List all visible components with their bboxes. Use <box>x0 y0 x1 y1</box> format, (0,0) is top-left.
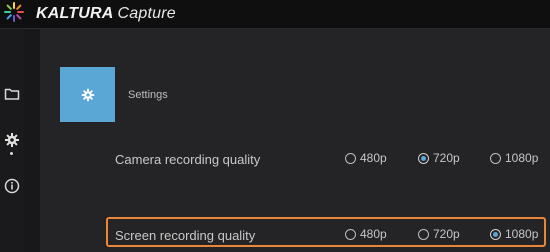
radio-label: 1080p <box>505 151 539 165</box>
kaltura-logo-icon <box>4 2 24 22</box>
gear-icon[interactable] <box>3 131 21 149</box>
brand-product: Capture <box>117 5 176 22</box>
camera-quality-720p-radio[interactable]: 720p <box>418 151 460 165</box>
settings-tile <box>60 67 115 122</box>
radio-label: 480p <box>360 151 387 165</box>
brand-name: KALTURA <box>36 5 114 22</box>
camera-quality-1080p-radio[interactable]: 1080p <box>490 151 538 165</box>
app-brand: KALTURA Capture <box>36 5 176 23</box>
camera-quality-480p-radio[interactable]: 480p <box>345 151 387 165</box>
folder-icon[interactable] <box>3 85 21 103</box>
camera-quality-label: Camera recording quality <box>115 152 261 167</box>
highlight-box <box>106 217 546 247</box>
sidebar <box>0 29 24 252</box>
radio-label: 720p <box>433 151 460 165</box>
radio-circle-selected[interactable] <box>418 152 429 164</box>
active-indicator <box>10 152 13 155</box>
sidebar-gutter <box>24 29 40 252</box>
info-icon[interactable] <box>3 177 21 195</box>
radio-circle[interactable] <box>345 152 356 164</box>
radio-circle[interactable] <box>490 152 501 164</box>
gear-icon <box>81 88 94 101</box>
page-title: Settings <box>128 89 168 101</box>
title-bar: KALTURA Capture <box>0 0 550 28</box>
